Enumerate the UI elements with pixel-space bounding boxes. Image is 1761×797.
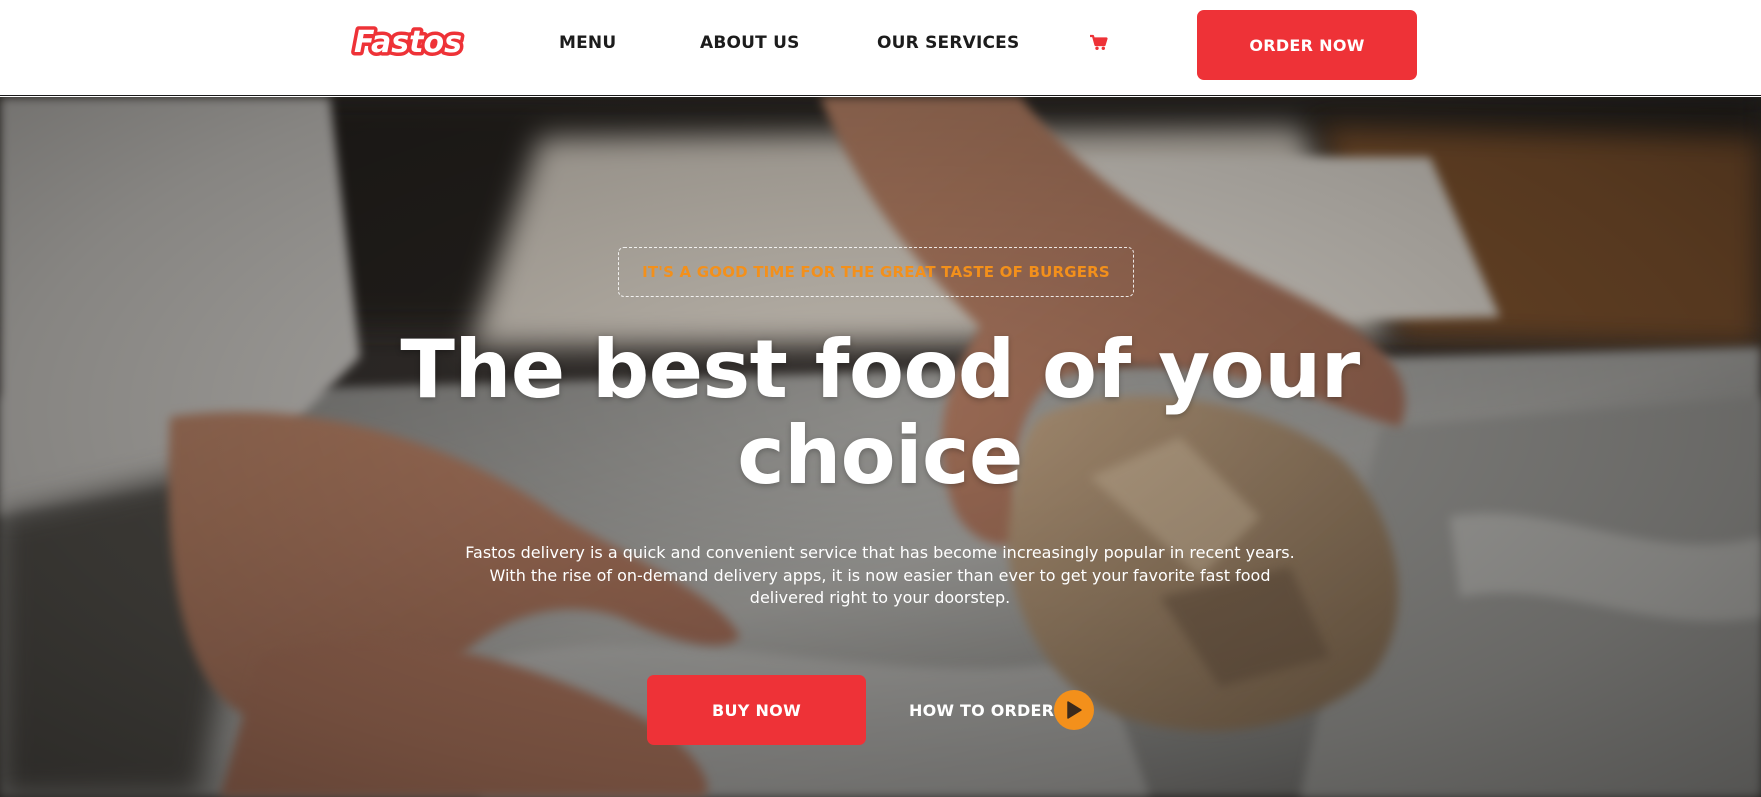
nav-link-about-us[interactable]: ABOUT US bbox=[700, 33, 800, 53]
hero-headline-line-1: The best food of your bbox=[400, 323, 1360, 416]
hero-headline: The best food of your choice bbox=[380, 327, 1380, 499]
nav-link-our-services[interactable]: OUR SERVICES bbox=[877, 33, 1019, 53]
nav-link-menu[interactable]: MENU bbox=[559, 33, 616, 53]
buy-now-button[interactable]: BUY NOW bbox=[647, 675, 866, 745]
shopping-cart-icon[interactable] bbox=[1089, 34, 1108, 51]
hero-description-line-3: delivered right to your doorstep. bbox=[749, 588, 1011, 607]
top-navbar: Fastos Fastos MENU ABOUT US OUR SERVICES… bbox=[0, 0, 1761, 96]
hero-description-line-2: With the rise of on-demand delivery apps… bbox=[489, 565, 1271, 585]
hero-section: IT'S A GOOD TIME FOR THE GREAT TASTE OF … bbox=[0, 97, 1761, 797]
hero-description: Fastos delivery is a quick and convenien… bbox=[440, 542, 1320, 610]
how-to-order-link[interactable]: HOW TO ORDER bbox=[909, 690, 1095, 730]
svg-text:Fastos: Fastos bbox=[354, 25, 462, 60]
hero-description-line-1: Fastos delivery is a quick and convenien… bbox=[465, 543, 1295, 562]
fastos-logo[interactable]: Fastos Fastos bbox=[350, 24, 470, 60]
hero-tagline: IT'S A GOOD TIME FOR THE GREAT TASTE OF … bbox=[618, 247, 1134, 297]
play-icon[interactable] bbox=[1054, 690, 1095, 730]
hero-headline-line-2: choice bbox=[737, 409, 1023, 502]
order-now-button[interactable]: ORDER NOW bbox=[1197, 10, 1417, 80]
how-to-order-label: HOW TO ORDER bbox=[909, 700, 1055, 720]
